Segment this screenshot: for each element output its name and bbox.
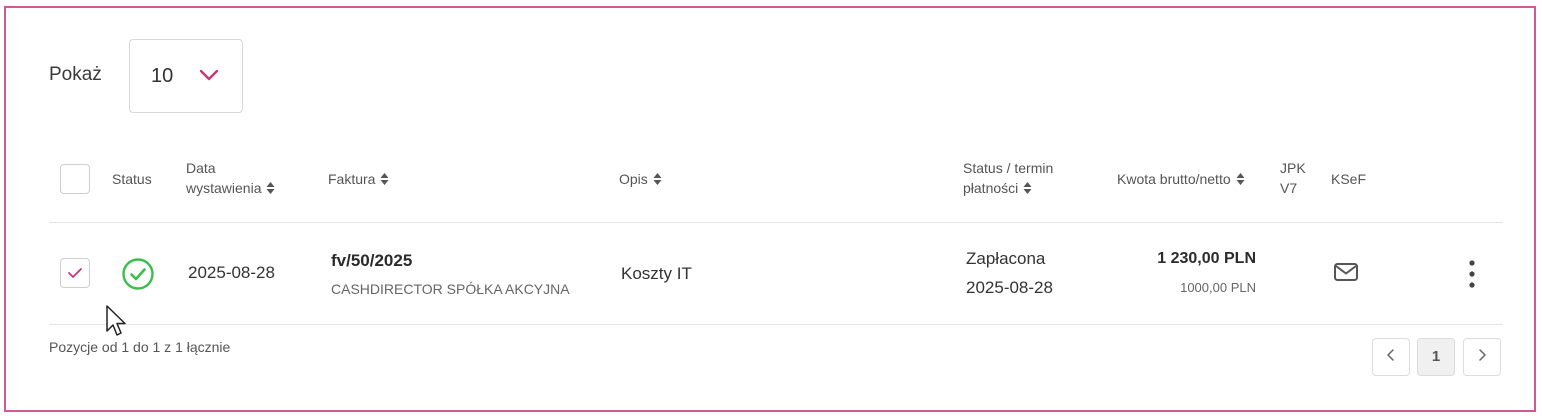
chevron-right-icon bbox=[1479, 349, 1486, 361]
envelope-icon[interactable] bbox=[1333, 262, 1359, 287]
pagination-summary: Pozycje od 1 do 1 z 1 łącznie bbox=[49, 339, 231, 355]
check-circle-icon bbox=[121, 257, 155, 296]
amount-net: 1000,00 PLN bbox=[1180, 280, 1256, 295]
amount-gross: 1 230,00 PLN bbox=[1157, 250, 1256, 267]
sort-icon[interactable] bbox=[1236, 172, 1245, 186]
header-ksef: KSeF bbox=[1331, 171, 1367, 187]
header-amount-label: Kwota brutto/netto bbox=[1117, 171, 1231, 187]
page-size-select[interactable]: 10 bbox=[129, 39, 243, 113]
row-divider bbox=[49, 324, 1503, 325]
header-issue-date-line1: Data bbox=[186, 160, 216, 176]
header-payment-status-line1: Status / termin bbox=[963, 160, 1054, 176]
pagination-page-button[interactable]: 1 bbox=[1417, 338, 1455, 376]
select-all-checkbox[interactable] bbox=[60, 164, 90, 194]
chevron-left-icon bbox=[1387, 349, 1394, 361]
page-size-label: Pokaż bbox=[49, 64, 102, 85]
header-issue-date-line2: wystawienia bbox=[186, 180, 262, 196]
sort-icon[interactable] bbox=[653, 172, 662, 186]
header-description[interactable]: Opis bbox=[619, 169, 662, 189]
header-description-label: Opis bbox=[619, 171, 648, 187]
invoice-description: Koszty IT bbox=[621, 264, 692, 283]
checkmark-icon bbox=[68, 268, 82, 278]
more-vertical-icon[interactable] bbox=[1466, 258, 1478, 295]
header-jpk: JPK V7 bbox=[1280, 158, 1306, 198]
header-jpk-line2: V7 bbox=[1280, 180, 1298, 196]
chevron-down-icon bbox=[198, 67, 220, 83]
pagination-next-button[interactable] bbox=[1463, 338, 1501, 376]
header-amount[interactable]: Kwota brutto/netto bbox=[1117, 169, 1245, 189]
page-size-value: 10 bbox=[151, 65, 174, 87]
header-payment-status-line2: płatności bbox=[963, 180, 1019, 196]
invoice-list-panel: Pokaż 10 Status Data wystawienia Faktura… bbox=[4, 6, 1536, 412]
payment-status: Zapłacona bbox=[966, 249, 1046, 268]
sort-icon[interactable] bbox=[1023, 181, 1032, 195]
mouse-cursor-icon bbox=[105, 304, 129, 340]
sort-icon[interactable] bbox=[266, 181, 275, 195]
row-checkbox[interactable] bbox=[60, 258, 90, 288]
header-jpk-line1: JPK bbox=[1280, 160, 1306, 176]
header-status: Status bbox=[112, 171, 152, 187]
client-name: CASHDIRECTOR SPÓŁKA AKCYJNA bbox=[331, 281, 570, 297]
header-issue-date[interactable]: Data wystawienia bbox=[186, 158, 275, 198]
header-invoice-label: Faktura bbox=[328, 171, 376, 187]
header-payment-status[interactable]: Status / termin płatności bbox=[963, 158, 1053, 198]
sort-icon[interactable] bbox=[380, 172, 389, 186]
invoice-number-link[interactable]: fv/50/2025 bbox=[331, 251, 412, 271]
header-divider bbox=[49, 222, 1503, 223]
pagination-prev-button[interactable] bbox=[1372, 338, 1410, 376]
header-invoice[interactable]: Faktura bbox=[328, 169, 389, 189]
payment-date: 2025-08-28 bbox=[966, 278, 1053, 297]
issue-date: 2025-08-28 bbox=[188, 263, 275, 282]
